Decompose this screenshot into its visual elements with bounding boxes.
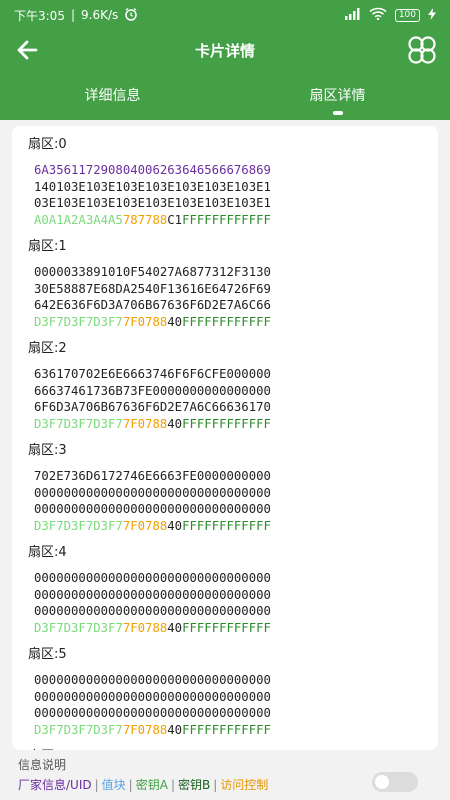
data-block: 140103E103E103E103E103E103E103E1 (34, 179, 271, 194)
key-a: D3F7D3F7D3F7 (34, 314, 123, 329)
key-b: FFFFFFFFFFFF (182, 620, 271, 635)
key-b: FFFFFFFFFFFF (182, 722, 271, 737)
sector-title: 扇区:4 (28, 545, 67, 560)
data-block: 00000000000000000000000000000000 (34, 502, 271, 516)
user-byte: 40 (167, 416, 183, 431)
sector-title: 扇区:5 (28, 647, 67, 662)
tab-sector-details[interactable]: 扇区详情 (225, 70, 450, 120)
key-a: D3F7D3F7D3F7 (34, 722, 123, 737)
key-b: FFFFFFFFFFFF (182, 518, 271, 533)
key-b: FFFFFFFFFFFF (182, 212, 271, 227)
status-bar: 下午3:05 | 9.6K/s 100 (0, 0, 450, 30)
legend-value-block: 值块 (101, 778, 126, 792)
wifi-icon (369, 7, 387, 23)
key-a: A0A1A2A3A4A5 (34, 212, 123, 227)
sector-item: 扇区:2 636170702E6E6663746F6F6CFE000000 6663… (28, 338, 422, 432)
legend-key-a: 密钥A (135, 778, 168, 792)
user-byte: C1 (167, 212, 183, 227)
access-bits: 7F0788 (122, 722, 168, 737)
user-byte: 40 (167, 518, 183, 533)
access-bits: 787788 (122, 212, 168, 227)
sector-title: 扇区:1 (28, 239, 67, 254)
sector-title: 扇区:6 (28, 746, 422, 750)
access-bits: 7F0788 (122, 314, 168, 329)
uid-block: 6A356117290804006263646566676869 (34, 163, 271, 177)
app-bar: 卡片详情 (0, 30, 450, 70)
trailer-block: A0A1A2A3A4A5787788C1FFFFFFFFFFFF (28, 212, 422, 229)
access-bits: 7F0788 (122, 518, 168, 533)
data-block: 66637461736B73FE0000000000000000 (34, 383, 271, 398)
trailer-block: D3F7D3F7D3F77F078840FFFFFFFFFFFF (28, 722, 422, 739)
page-title: 卡片详情 (194, 41, 255, 60)
data-block: 0000033891010F54027A6877312F3130 (34, 265, 271, 279)
user-byte: 40 (167, 620, 183, 635)
sector-item: 扇区:6 (28, 746, 422, 750)
network-speed: 9.6K/s (81, 8, 119, 22)
sector-title: 扇区:0 (28, 137, 67, 152)
sector-item: 扇区:1 0000033891010F54027A6877312F3130 30E5… (28, 236, 422, 330)
arrow-left-icon (17, 40, 38, 60)
menu-button[interactable] (406, 34, 438, 66)
key-a: D3F7D3F7D3F7 (34, 416, 123, 431)
legend-separator: | (213, 778, 218, 792)
access-bits: 7F0788 (122, 620, 168, 635)
legend-panel: 信息说明 厂家信息/UID | 值块 | 密钥A | 密钥B | 访问控制 (0, 756, 450, 800)
data-block: 6F6D3A706B67636F6D2E7A6C66636170 (34, 400, 271, 414)
sector-list[interactable]: 扇区:0 6A356117290804006263646566676869 1401… (12, 126, 438, 750)
legend-separator: | (128, 778, 133, 792)
signal-icon (343, 7, 361, 23)
user-byte: 40 (167, 314, 183, 329)
status-separator: | (70, 8, 75, 22)
data-block: 00000000000000000000000000000000 (34, 604, 271, 618)
legend-key-b: 密钥B (177, 778, 211, 792)
data-block: 00000000000000000000000000000000 (34, 571, 271, 585)
tab-details[interactable]: 详细信息 (0, 70, 225, 120)
sector-item: 扇区:0 6A356117290804006263646566676869 1401… (28, 134, 422, 228)
key-b: FFFFFFFFFFFF (182, 314, 271, 329)
color-legend-toggle[interactable] (372, 772, 418, 792)
data-block: 00000000000000000000000000000000 (34, 706, 271, 720)
status-time: 下午3:05 (14, 8, 65, 23)
trailer-block: D3F7D3F7D3F77F078840FFFFFFFFFFFF (28, 314, 422, 331)
data-block: 00000000000000000000000000000000 (34, 689, 271, 704)
alarm-icon (124, 7, 138, 24)
key-a: D3F7D3F7D3F7 (34, 518, 123, 533)
trailer-block: D3F7D3F7D3F77F078840FFFFFFFFFFFF (28, 620, 422, 637)
sector-item: 扇区:4 00000000000000000000000000000000 0000… (28, 542, 422, 636)
back-button[interactable] (14, 36, 42, 64)
data-block: 30E58887E68DA2540F13616E64726F69 (34, 281, 271, 296)
sector-item: 扇区:3 702E736D6172746E6663FE0000000000 0000… (28, 440, 422, 534)
data-block: 00000000000000000000000000000000 (34, 485, 271, 500)
key-a: D3F7D3F7D3F7 (34, 620, 123, 635)
legend-access-control: 访问控制 (220, 778, 269, 792)
legend-separator: | (170, 778, 175, 792)
toggle-knob (375, 775, 389, 789)
sector-item: 扇区:5 00000000000000000000000000000000 0000… (28, 644, 422, 738)
access-bits: 7F0788 (122, 416, 168, 431)
tab-details-label: 详细信息 (84, 88, 141, 104)
data-block: 636170702E6E6663746F6F6CFE000000 (34, 367, 271, 381)
clover-menu-icon (408, 36, 436, 64)
data-block: 03E103E103E103E103E103E103E103E1 (34, 196, 271, 210)
legend-uid: 厂家信息/UID (18, 778, 92, 792)
key-b: FFFFFFFFFFFF (182, 416, 271, 431)
charging-icon (428, 7, 436, 23)
tab-bar: 详细信息 扇区详情 (0, 70, 450, 120)
battery-icon: 100 (394, 8, 420, 22)
trailer-block: D3F7D3F7D3F77F078840FFFFFFFFFFFF (28, 518, 422, 535)
trailer-block: D3F7D3F7D3F77F078840FFFFFFFFFFFF (28, 416, 422, 433)
data-block: 00000000000000000000000000000000 (34, 587, 271, 602)
sector-title: 扇区:2 (28, 341, 67, 356)
data-block: 642E636F6D3A706B67636F6D2E7A6C66 (34, 298, 271, 312)
data-block: 00000000000000000000000000000000 (34, 673, 271, 687)
legend-separator: | (94, 778, 99, 792)
data-block: 702E736D6172746E6663FE0000000000 (34, 469, 271, 483)
user-byte: 40 (167, 722, 183, 737)
tab-sector-details-label: 扇区详情 (309, 88, 366, 104)
sector-title: 扇区:3 (28, 443, 67, 458)
